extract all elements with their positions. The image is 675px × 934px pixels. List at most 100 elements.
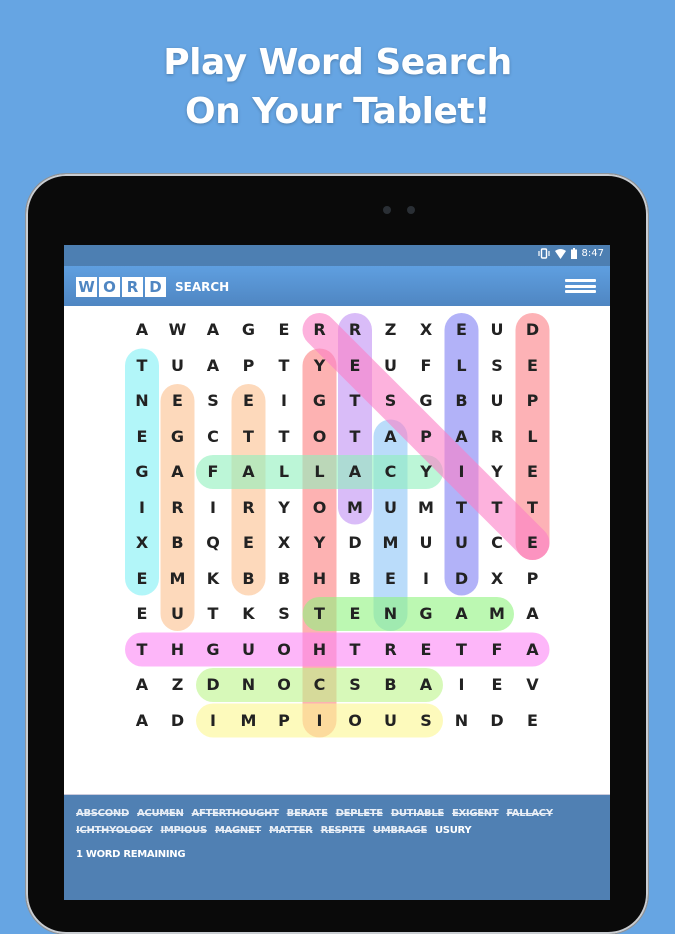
- grid-cell[interactable]: E: [127, 564, 157, 594]
- grid-cell[interactable]: X: [482, 564, 512, 594]
- grid-cell[interactable]: R: [234, 493, 264, 523]
- grid-cell[interactable]: A: [234, 457, 264, 487]
- grid-cell[interactable]: X: [127, 528, 157, 558]
- grid-cell[interactable]: T: [518, 493, 548, 523]
- grid-cell[interactable]: B: [447, 386, 477, 416]
- grid-cell[interactable]: C: [376, 457, 406, 487]
- grid-cell[interactable]: F: [411, 351, 441, 381]
- grid-cell[interactable]: I: [198, 706, 228, 736]
- grid-cell[interactable]: O: [269, 635, 299, 665]
- grid-cell[interactable]: E: [163, 386, 193, 416]
- grid-cell[interactable]: U: [234, 635, 264, 665]
- grid-cell[interactable]: A: [198, 351, 228, 381]
- grid-cell[interactable]: Y: [305, 528, 335, 558]
- grid-cell[interactable]: U: [376, 706, 406, 736]
- grid-cell[interactable]: S: [376, 386, 406, 416]
- grid-cell[interactable]: L: [269, 457, 299, 487]
- grid-cell[interactable]: U: [376, 351, 406, 381]
- grid-cell[interactable]: L: [518, 422, 548, 452]
- grid-cell[interactable]: C: [198, 422, 228, 452]
- grid-cell[interactable]: E: [518, 457, 548, 487]
- hamburger-menu-icon[interactable]: [565, 279, 596, 293]
- grid-cell[interactable]: Z: [163, 670, 193, 700]
- grid-cell[interactable]: D: [340, 528, 370, 558]
- grid-cell[interactable]: T: [269, 422, 299, 452]
- grid-cell[interactable]: F: [482, 635, 512, 665]
- grid-cell[interactable]: I: [305, 706, 335, 736]
- grid-cell[interactable]: D: [198, 670, 228, 700]
- grid-cell[interactable]: I: [447, 670, 477, 700]
- grid-cell[interactable]: E: [518, 706, 548, 736]
- grid-cell[interactable]: C: [482, 528, 512, 558]
- grid-cell[interactable]: I: [411, 564, 441, 594]
- grid-cell[interactable]: M: [163, 564, 193, 594]
- grid-cell[interactable]: M: [376, 528, 406, 558]
- grid-cell[interactable]: E: [340, 351, 370, 381]
- grid-cell[interactable]: U: [482, 315, 512, 345]
- grid-cell[interactable]: D: [482, 706, 512, 736]
- puzzle-board[interactable]: AWAGERRZXEUDTUAPTYEUFLSENESEIGTSGBUPEGCT…: [64, 306, 610, 794]
- grid-cell[interactable]: A: [518, 599, 548, 629]
- grid-cell[interactable]: D: [447, 564, 477, 594]
- grid-cell[interactable]: T: [269, 351, 299, 381]
- grid-cell[interactable]: T: [447, 493, 477, 523]
- grid-cell[interactable]: A: [447, 599, 477, 629]
- grid-cell[interactable]: E: [518, 528, 548, 558]
- grid-cell[interactable]: B: [163, 528, 193, 558]
- grid-cell[interactable]: M: [411, 493, 441, 523]
- grid-cell[interactable]: P: [269, 706, 299, 736]
- grid-cell[interactable]: L: [305, 457, 335, 487]
- grid-cell[interactable]: M: [234, 706, 264, 736]
- grid-cell[interactable]: R: [305, 315, 335, 345]
- grid-cell[interactable]: R: [163, 493, 193, 523]
- grid-cell[interactable]: X: [269, 528, 299, 558]
- grid-cell[interactable]: M: [482, 599, 512, 629]
- grid-cell[interactable]: F: [198, 457, 228, 487]
- grid-cell[interactable]: T: [340, 386, 370, 416]
- grid-cell[interactable]: E: [127, 422, 157, 452]
- grid-cell[interactable]: M: [340, 493, 370, 523]
- grid-cell[interactable]: N: [376, 599, 406, 629]
- grid-cell[interactable]: E: [340, 599, 370, 629]
- grid-cell[interactable]: O: [340, 706, 370, 736]
- grid-cell[interactable]: I: [127, 493, 157, 523]
- grid-cell[interactable]: I: [269, 386, 299, 416]
- grid-cell[interactable]: U: [163, 351, 193, 381]
- grid-cell[interactable]: P: [518, 564, 548, 594]
- grid-cell[interactable]: T: [127, 351, 157, 381]
- grid-cell[interactable]: Y: [411, 457, 441, 487]
- grid-cell[interactable]: B: [234, 564, 264, 594]
- grid-cell[interactable]: G: [411, 386, 441, 416]
- grid-cell[interactable]: U: [411, 528, 441, 558]
- grid-cell[interactable]: S: [340, 670, 370, 700]
- grid-cell[interactable]: G: [163, 422, 193, 452]
- grid-cell[interactable]: E: [234, 386, 264, 416]
- grid-cell[interactable]: C: [305, 670, 335, 700]
- grid-cell[interactable]: A: [163, 457, 193, 487]
- grid-cell[interactable]: N: [127, 386, 157, 416]
- grid-cell[interactable]: U: [163, 599, 193, 629]
- grid-cell[interactable]: A: [127, 706, 157, 736]
- grid-cell[interactable]: A: [127, 315, 157, 345]
- grid-cell[interactable]: R: [376, 635, 406, 665]
- grid-cell[interactable]: B: [376, 670, 406, 700]
- grid-cell[interactable]: T: [198, 599, 228, 629]
- grid-cell[interactable]: G: [198, 635, 228, 665]
- grid-cell[interactable]: D: [163, 706, 193, 736]
- grid-cell[interactable]: Y: [269, 493, 299, 523]
- grid-cell[interactable]: P: [234, 351, 264, 381]
- grid-cell[interactable]: R: [482, 422, 512, 452]
- grid-cell[interactable]: U: [376, 493, 406, 523]
- grid-cell[interactable]: X: [411, 315, 441, 345]
- grid-cell[interactable]: R: [340, 315, 370, 345]
- grid-cell[interactable]: O: [269, 670, 299, 700]
- grid-cell[interactable]: Z: [376, 315, 406, 345]
- grid-cell[interactable]: A: [127, 670, 157, 700]
- grid-cell[interactable]: A: [340, 457, 370, 487]
- grid-cell[interactable]: T: [482, 493, 512, 523]
- grid-cell[interactable]: E: [447, 315, 477, 345]
- grid-cell[interactable]: S: [269, 599, 299, 629]
- grid-cell[interactable]: T: [340, 422, 370, 452]
- grid-cell[interactable]: G: [411, 599, 441, 629]
- grid-cell[interactable]: A: [376, 422, 406, 452]
